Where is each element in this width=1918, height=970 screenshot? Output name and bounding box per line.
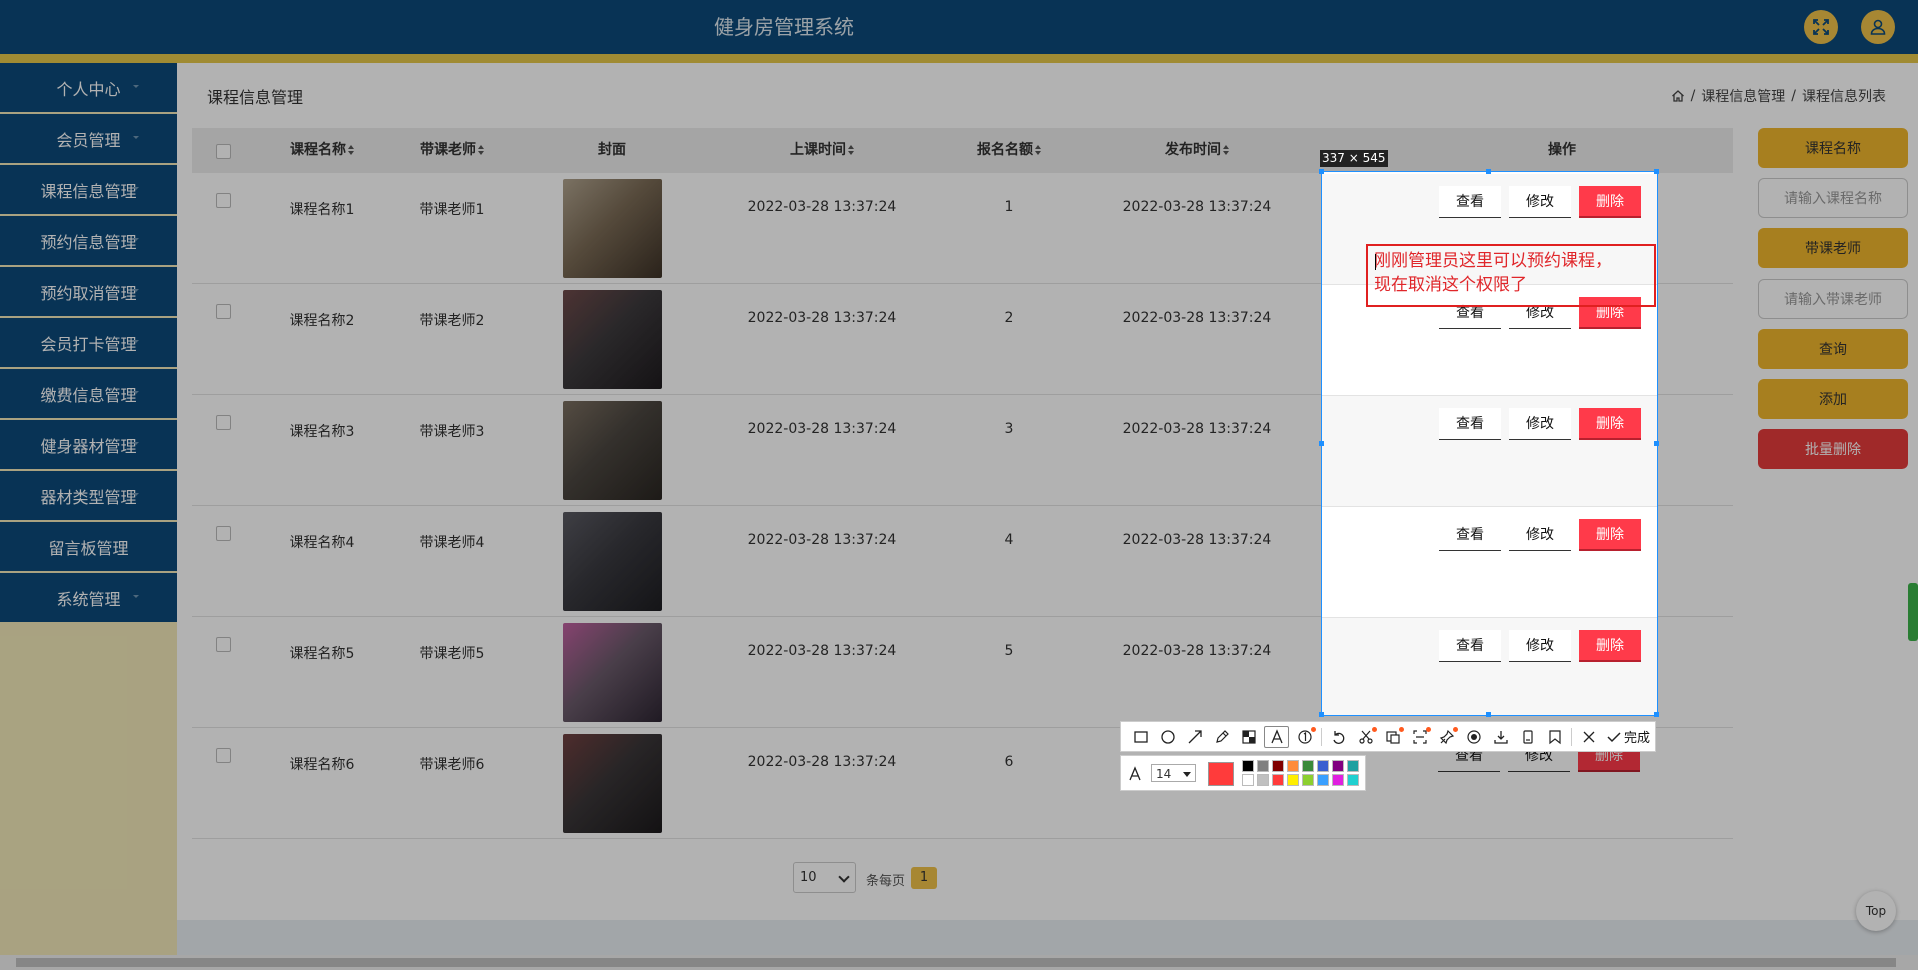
mosaic-icon [1241,729,1256,744]
bookmark-icon [1548,729,1561,744]
edit-button[interactable]: 修改 [1509,186,1571,218]
download-tool[interactable] [1487,725,1514,749]
view-button[interactable]: 查看 [1439,186,1501,218]
indicator-dot [1311,726,1316,732]
color-swatch[interactable] [1287,760,1299,772]
font-size-select[interactable]: 14 [1151,764,1196,782]
color-swatch[interactable] [1347,774,1359,786]
ellipse-tool[interactable] [1154,725,1181,749]
scan-tool[interactable] [1406,725,1433,749]
resize-handle[interactable] [1319,712,1324,717]
indicator-dot [1453,726,1458,732]
close-icon [1583,731,1594,742]
text-tool[interactable] [1264,725,1289,748]
edit-button[interactable]: 修改 [1509,408,1571,440]
font-icon [1129,766,1141,781]
color-swatch[interactable] [1257,760,1269,772]
color-swatch[interactable] [1302,774,1314,786]
edit-button[interactable]: 修改 [1509,519,1571,551]
undo-tool[interactable] [1325,725,1352,749]
rectangle-icon [1133,730,1148,743]
undo-icon [1332,730,1344,744]
annotation-line: 现在取消这个权限了 [1374,275,1527,295]
delete-button[interactable]: 删除 [1579,519,1641,551]
resize-handle[interactable] [1319,169,1324,174]
capture-toolbar: 完成 [1120,721,1656,752]
view-button[interactable]: 查看 [1439,408,1501,440]
resize-handle[interactable] [1654,441,1659,446]
copy-icon [1522,729,1533,744]
table-row: 查看 修改 删除 [1322,507,1657,618]
view-button[interactable]: 查看 [1439,630,1501,662]
color-swatch[interactable] [1242,760,1254,772]
record-tool[interactable] [1460,725,1487,749]
text-icon [1270,728,1283,743]
color-swatch[interactable] [1272,774,1284,786]
ocr-tool[interactable] [1379,725,1406,749]
indicator-dot [1426,726,1431,732]
table-row: 查看 修改 删除 [1322,396,1657,507]
copy-tool[interactable] [1514,725,1541,749]
pin-icon [1439,729,1454,744]
color-swatch[interactable] [1317,760,1329,772]
resize-handle[interactable] [1486,712,1491,717]
color-swatch[interactable] [1242,774,1254,786]
annotation-text-box[interactable]: 刚刚管理员这里可以预约课程， 现在取消这个权限了 [1366,244,1656,307]
text-caret [1375,254,1376,270]
view-button[interactable]: 查看 [1439,519,1501,551]
pencil-icon [1215,729,1229,743]
resize-handle[interactable] [1654,712,1659,717]
toolbar-divider [1571,727,1572,746]
color-swatch[interactable] [1332,760,1344,772]
indicator-dot [1399,726,1404,732]
resize-handle[interactable] [1654,169,1659,174]
color-swatch[interactable] [1332,774,1344,786]
indicator-dot [1372,726,1377,732]
bookmark-tool[interactable] [1541,725,1568,749]
done-label: 完成 [1624,731,1651,746]
current-color-swatch[interactable] [1208,762,1234,786]
close-button[interactable] [1575,725,1602,749]
color-swatch[interactable] [1347,760,1359,772]
delete-button[interactable]: 删除 [1579,630,1641,662]
serial-number-tool[interactable] [1291,725,1318,749]
chevron-down-icon [1183,772,1191,777]
edit-button[interactable]: 修改 [1509,630,1571,662]
scissors-icon [1358,730,1373,744]
arrow-icon [1188,729,1202,743]
resize-handle[interactable] [1486,169,1491,174]
table-row: 查看 修改 删除 [1322,618,1657,715]
download-icon [1493,730,1508,744]
done-button[interactable]: 完成 [1606,727,1650,746]
pin-tool[interactable] [1433,725,1460,749]
color-swatch[interactable] [1302,760,1314,772]
delete-button[interactable]: 删除 [1579,408,1641,440]
serial-number-icon [1297,729,1312,744]
check-icon [1607,731,1621,742]
text-style-panel: 14 [1120,755,1366,791]
color-swatch[interactable] [1257,774,1269,786]
rectangle-tool[interactable] [1127,725,1154,749]
selection-size-label: 337 × 545 [1320,150,1388,167]
color-swatch[interactable] [1317,774,1329,786]
ocr-icon [1385,730,1400,744]
scissors-tool[interactable] [1352,725,1379,749]
ellipse-icon [1160,729,1175,744]
annotation-line: 刚刚管理员这里可以预约课程， [1374,251,1612,271]
color-swatch[interactable] [1287,774,1299,786]
resize-handle[interactable] [1319,441,1324,446]
delete-button[interactable]: 删除 [1579,186,1641,218]
record-icon [1466,729,1481,744]
pencil-tool[interactable] [1208,725,1235,749]
scan-icon [1412,729,1427,744]
mosaic-tool[interactable] [1235,725,1262,749]
font-size-value: 14 [1156,767,1172,781]
arrow-tool[interactable] [1181,725,1208,749]
color-swatch[interactable] [1272,760,1284,772]
toolbar-divider [1321,727,1322,746]
